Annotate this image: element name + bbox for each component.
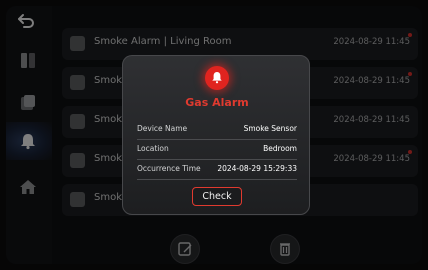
info-row-location: Location Bedroom xyxy=(137,140,297,160)
dialog-title: Gas Alarm xyxy=(185,96,249,109)
gas-alarm-dialog: Gas Alarm Device Name Smoke Sensor Locat… xyxy=(122,55,310,215)
alarm-bell-icon xyxy=(205,66,229,90)
info-value: Bedroom xyxy=(263,144,297,153)
info-value: 2024-08-29 15:29:33 xyxy=(217,164,297,173)
info-value: Smoke Sensor xyxy=(243,124,297,133)
info-label: Location xyxy=(137,144,169,153)
info-label: Device Name xyxy=(137,124,188,133)
info-row-device-name: Device Name Smoke Sensor xyxy=(137,120,297,140)
info-row-occurrence-time: Occurrence Time 2024-08-29 15:29:33 xyxy=(137,160,297,180)
check-button[interactable]: Check xyxy=(192,187,242,206)
info-label: Occurrence Time xyxy=(137,164,201,173)
